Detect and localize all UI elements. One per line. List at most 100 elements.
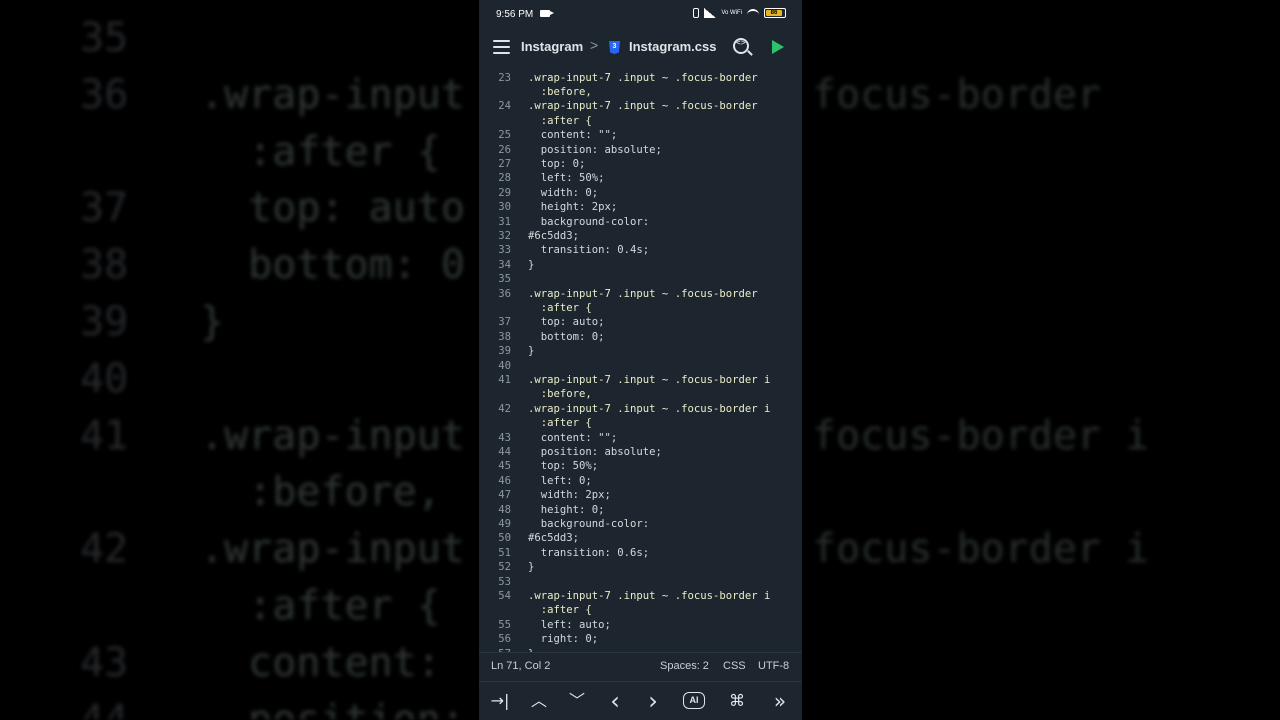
code-line[interactable]: 28 left: 50%; — [479, 171, 802, 185]
code-line[interactable]: 51 transition: 0.6s; — [479, 546, 802, 560]
line-code: } — [528, 561, 535, 574]
code-line[interactable]: :after { — [479, 416, 802, 430]
code-line[interactable]: 27 top: 0; — [479, 157, 802, 171]
line-number: 36 — [498, 287, 511, 300]
line-code: transition: 0.6s; — [528, 546, 650, 559]
line-number: 47 — [498, 489, 511, 502]
code-line[interactable]: 37 top: auto; — [479, 315, 802, 329]
line-code: :after { — [528, 114, 592, 127]
line-number: 52 — [498, 561, 511, 574]
tab-key-icon[interactable]: →| — [488, 691, 512, 711]
line-code: content: ""; — [528, 431, 618, 444]
editor-toolbar: Instagram > 3 Instagram.css <> — [479, 26, 802, 71]
code-line[interactable]: 33 transition: 0.4s; — [479, 243, 802, 257]
line-number: 25 — [498, 129, 511, 142]
code-line[interactable]: 24 .wrap-input-7 .input ~ .focus-border — [479, 99, 802, 113]
arrow-left-icon[interactable]: ‹ — [603, 689, 627, 713]
code-line[interactable]: 50 #6c5dd3; — [479, 531, 802, 545]
code-editor[interactable]: 23 .wrap-input-7 .input ~ .focus-border :… — [479, 70, 802, 652]
battery-icon: 86 — [764, 8, 786, 18]
line-code: content: ""; — [528, 129, 618, 142]
command-key-icon[interactable]: ⌘ — [725, 691, 749, 711]
line-code: top: auto; — [528, 316, 605, 329]
code-line[interactable]: :before, — [479, 85, 802, 99]
line-number: 30 — [498, 201, 511, 214]
editor-status-line: Ln 71, Col 2 Spaces: 2 CSS UTF-8 — [479, 652, 802, 681]
code-line[interactable]: :after { — [479, 603, 802, 617]
line-number: 54 — [498, 589, 511, 602]
line-number: 45 — [498, 460, 511, 473]
video-record-icon — [540, 10, 554, 17]
line-number: 37 — [498, 316, 511, 329]
arrow-right-icon[interactable]: › — [641, 689, 665, 713]
cursor-position[interactable]: Ln 71, Col 2 — [491, 660, 550, 672]
code-line[interactable]: 46 left: 0; — [479, 474, 802, 488]
code-line[interactable]: 38 bottom: 0; — [479, 330, 802, 344]
line-code: height: 2px; — [528, 201, 618, 214]
line-number: 38 — [498, 330, 511, 343]
signal-icon — [704, 8, 717, 18]
status-time: 9:56 PM — [496, 9, 534, 20]
code-line[interactable]: 55 left: auto; — [479, 618, 802, 632]
line-code: position: absolute; — [528, 445, 662, 458]
code-line[interactable]: 41 .wrap-input-7 .input ~ .focus-border i — [479, 373, 802, 387]
code-line[interactable]: 52} — [479, 560, 802, 574]
code-line[interactable]: 36 .wrap-input-7 .input ~ .focus-border — [479, 287, 802, 301]
line-number: 39 — [498, 345, 511, 358]
breadcrumb-project[interactable]: Instagram — [521, 39, 583, 54]
line-code: transition: 0.4s; — [528, 244, 650, 257]
code-line[interactable]: 26 position: absolute; — [479, 143, 802, 157]
code-line[interactable]: 29 width: 0; — [479, 186, 802, 200]
css-file-icon: 3 — [609, 41, 620, 54]
line-number: 55 — [498, 618, 511, 631]
code-line[interactable]: 23 .wrap-input-7 .input ~ .focus-border — [479, 71, 802, 85]
file-encoding[interactable]: UTF-8 — [758, 660, 789, 672]
phone-screen: 9:56 PM Vo WiFi 86 Instagram > 3 Instagr… — [479, 0, 802, 720]
code-line[interactable]: 31 background-color: — [479, 215, 802, 229]
line-number: 29 — [498, 186, 511, 199]
search-code-icon[interactable]: <> — [733, 38, 749, 54]
breadcrumb-file[interactable]: Instagram.css — [629, 39, 716, 54]
language-mode[interactable]: CSS — [723, 660, 746, 672]
code-line[interactable]: :after { — [479, 301, 802, 315]
volte-icon: Vo WiFi — [721, 10, 742, 16]
ai-assist-icon[interactable]: AI — [683, 692, 705, 709]
code-line[interactable]: 25 content: ""; — [479, 128, 802, 142]
line-code: background-color: — [528, 517, 650, 530]
line-number: 26 — [498, 143, 511, 156]
indent-setting[interactable]: Spaces: 2 — [660, 660, 709, 672]
more-keys-icon[interactable]: » — [768, 691, 792, 711]
code-line[interactable]: 56 right: 0; — [479, 632, 802, 646]
line-number: 48 — [498, 503, 511, 516]
hamburger-menu-icon[interactable] — [493, 40, 510, 54]
code-line[interactable]: 54 .wrap-input-7 .input ~ .focus-border i — [479, 589, 802, 603]
code-line[interactable]: :before, — [479, 387, 802, 401]
line-number: 40 — [498, 359, 511, 372]
code-line[interactable]: 48 height: 0; — [479, 503, 802, 517]
line-number: 34 — [498, 258, 511, 271]
code-line[interactable]: 47 width: 2px; — [479, 488, 802, 502]
line-code: .wrap-input-7 .input ~ .focus-border i — [528, 373, 771, 386]
code-line[interactable]: 45 top: 50%; — [479, 459, 802, 473]
code-line[interactable]: 32 #6c5dd3; — [479, 229, 802, 243]
arrow-down-icon[interactable]: ﹀ — [565, 691, 589, 711]
code-line[interactable]: 39} — [479, 344, 802, 358]
code-line[interactable]: 43 content: ""; — [479, 431, 802, 445]
status-icons: Vo WiFi 86 — [693, 8, 786, 18]
run-play-icon[interactable] — [772, 40, 784, 54]
line-code: .wrap-input-7 .input ~ .focus-border — [528, 287, 758, 300]
code-line[interactable]: 42 .wrap-input-7 .input ~ .focus-border i — [479, 402, 802, 416]
code-line[interactable]: 53 — [479, 575, 802, 589]
arrow-up-icon[interactable]: ︿ — [527, 691, 551, 711]
line-code: :after { — [528, 417, 592, 430]
line-code: #6c5dd3; — [528, 532, 580, 545]
code-line[interactable]: :after { — [479, 114, 802, 128]
line-code: .wrap-input-7 .input ~ .focus-border — [528, 71, 758, 84]
code-line[interactable]: 44 position: absolute; — [479, 445, 802, 459]
line-number: 35 — [498, 273, 511, 286]
code-line[interactable]: 49 background-color: — [479, 517, 802, 531]
code-line[interactable]: 30 height: 2px; — [479, 200, 802, 214]
code-line[interactable]: 40 — [479, 359, 802, 373]
code-line[interactable]: 34} — [479, 258, 802, 272]
code-line[interactable]: 35 — [479, 272, 802, 286]
